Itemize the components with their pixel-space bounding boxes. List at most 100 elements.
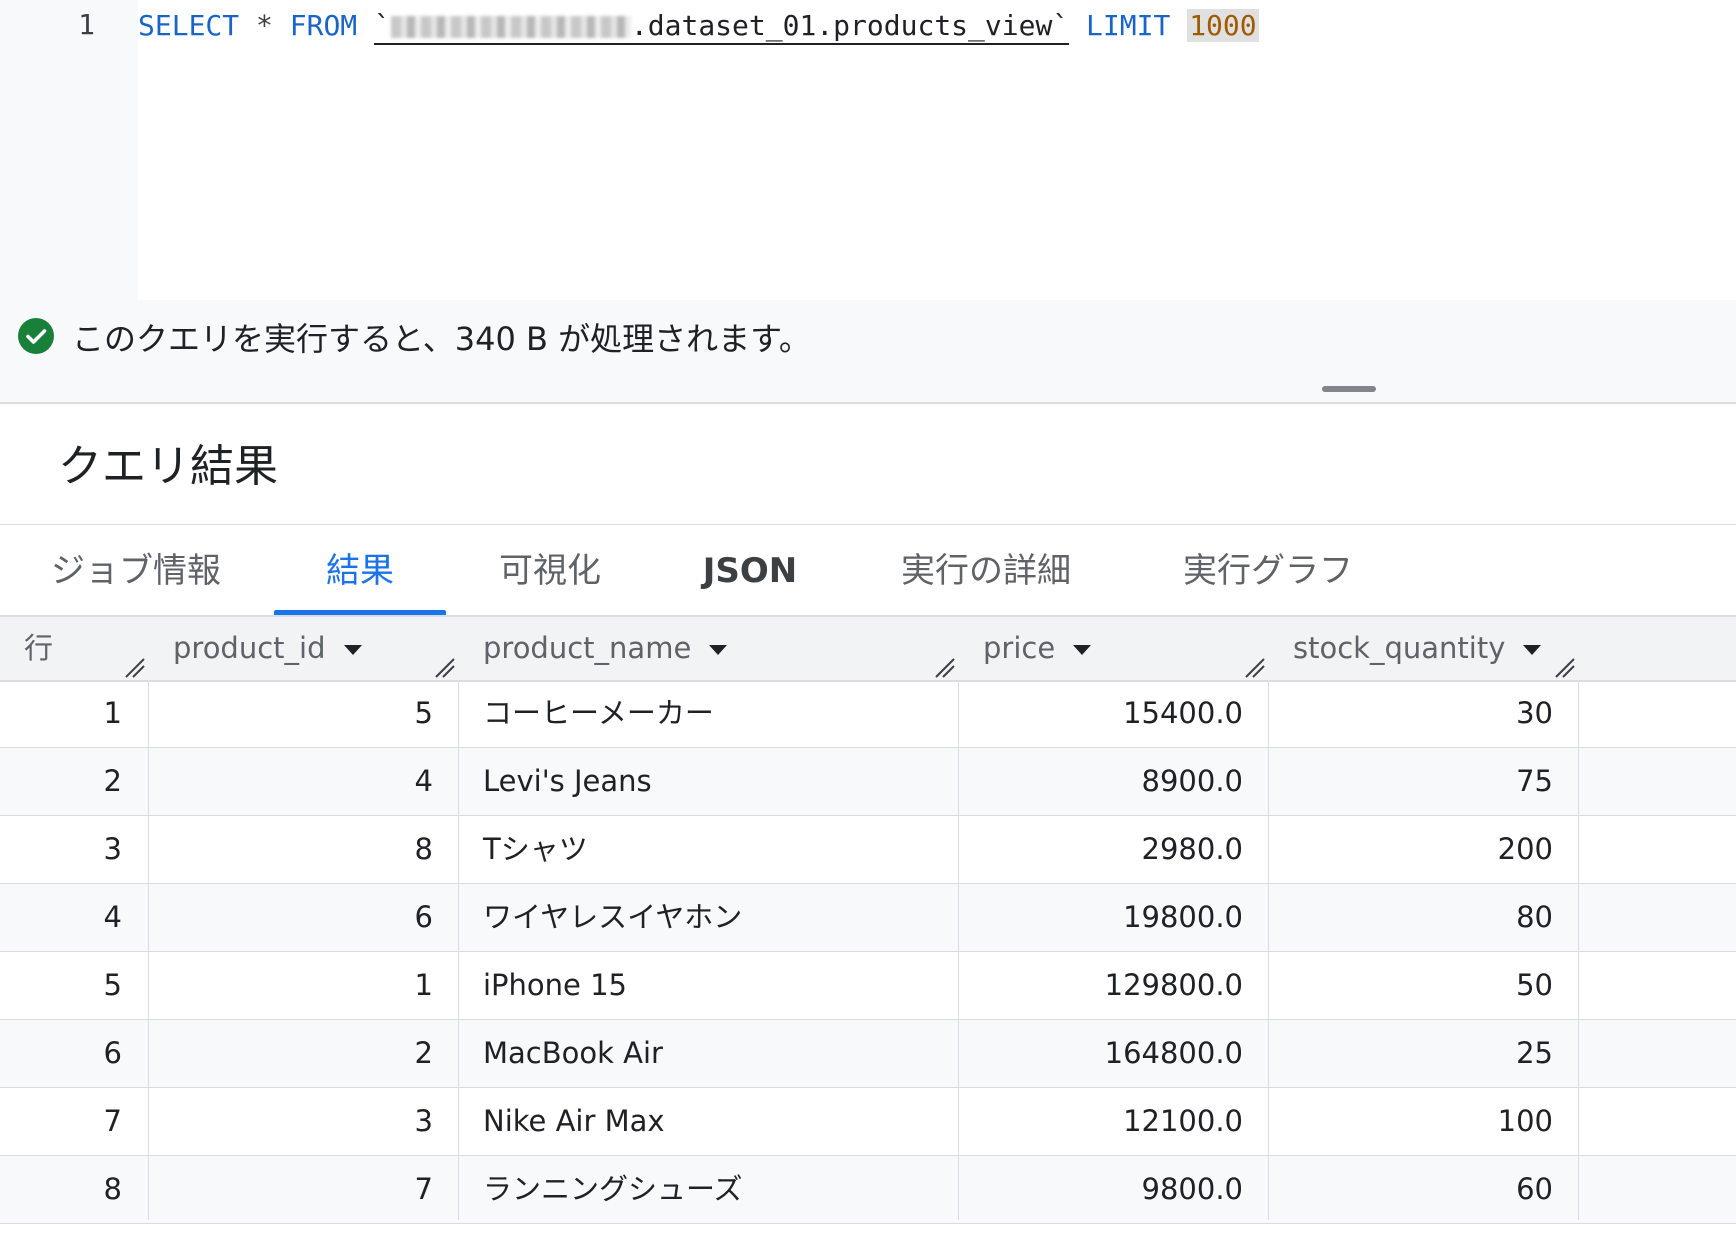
tab-visualization[interactable]: 可視化 bbox=[470, 525, 630, 617]
column-resize-icon[interactable] bbox=[1554, 657, 1576, 679]
column-header-price[interactable]: price bbox=[983, 617, 1092, 680]
validation-message: このクエリを実行すると、340 B が処理されます。 bbox=[72, 320, 811, 358]
results-tabs: ジョブ情報 結果 可視化 JSON 実行の詳細 実行グラフ bbox=[0, 525, 1736, 617]
column-separator bbox=[1268, 680, 1269, 1220]
sort-dropdown-icon[interactable] bbox=[1073, 645, 1092, 655]
cell-price: 2980.0 bbox=[1141, 832, 1243, 866]
keyword-from: FROM bbox=[289, 9, 358, 42]
cell-product-name: コーヒーメーカー bbox=[483, 696, 714, 730]
table-path: .dataset_01.products_view bbox=[630, 9, 1053, 42]
cell-price: 9800.0 bbox=[1141, 1172, 1243, 1206]
cell-stock-quantity: 30 bbox=[1516, 696, 1553, 730]
cell-stock-quantity: 25 bbox=[1516, 1036, 1553, 1070]
code-line[interactable]: SELECT * FROM ` .dataset_01.products_view… bbox=[138, 6, 1259, 46]
column-resize-icon[interactable] bbox=[124, 657, 146, 679]
cell-product-name: Levi's Jeans bbox=[483, 764, 652, 798]
table-row[interactable]: 7 3 Nike Air Max 12100.0 100 bbox=[0, 1088, 1736, 1156]
sort-dropdown-icon[interactable] bbox=[1523, 645, 1542, 655]
keyword-limit: LIMIT bbox=[1086, 9, 1171, 42]
sort-dropdown-icon[interactable] bbox=[343, 645, 362, 655]
column-resize-icon[interactable] bbox=[934, 657, 956, 679]
cell-product-name: Tシャツ bbox=[483, 832, 588, 866]
cell-product-id: 4 bbox=[414, 764, 433, 798]
column-label: product_id bbox=[173, 631, 326, 665]
table-header: 行 product_id product_name price stock_qu… bbox=[0, 617, 1736, 682]
cell-stock-quantity: 50 bbox=[1516, 968, 1553, 1002]
code-area[interactable]: SELECT * FROM ` .dataset_01.products_view… bbox=[138, 0, 1736, 300]
column-header-product-id[interactable]: product_id bbox=[173, 617, 362, 680]
limit-value: 1000 bbox=[1187, 9, 1259, 42]
column-label: price bbox=[983, 631, 1056, 665]
tab-job-info[interactable]: ジョブ情報 bbox=[30, 525, 242, 617]
tab-execution-details[interactable]: 実行の詳細 bbox=[876, 525, 1096, 617]
cell-row-number: 5 bbox=[103, 968, 122, 1002]
cell-row-number: 2 bbox=[103, 764, 122, 798]
column-resize-icon[interactable] bbox=[1244, 657, 1266, 679]
table-row[interactable]: 2 4 Levi's Jeans 8900.0 75 bbox=[0, 748, 1736, 816]
cell-stock-quantity: 200 bbox=[1497, 832, 1553, 866]
column-header-stock-quantity[interactable]: stock_quantity bbox=[1293, 617, 1542, 680]
results-title: クエリ結果 bbox=[58, 441, 278, 492]
column-separator bbox=[148, 680, 149, 1220]
column-header-row-number: 行 bbox=[24, 617, 53, 680]
cell-product-id: 8 bbox=[414, 832, 433, 866]
column-resize-icon[interactable] bbox=[434, 657, 456, 679]
cell-product-name: ワイヤレスイヤホン bbox=[483, 900, 743, 934]
cell-product-name: MacBook Air bbox=[483, 1036, 663, 1070]
cell-row-number: 4 bbox=[103, 900, 122, 934]
sql-editor[interactable]: 1 SELECT * FROM ` .dataset_01.products_vi… bbox=[0, 0, 1736, 300]
table-row[interactable]: 5 1 iPhone 15 129800.0 50 bbox=[0, 952, 1736, 1020]
backtick-close: ` bbox=[1052, 9, 1070, 42]
line-number: 1 bbox=[78, 8, 95, 41]
table-row[interactable]: 8 7 ランニングシューズ 9800.0 60 bbox=[0, 1156, 1736, 1224]
cell-product-id: 5 bbox=[414, 696, 433, 730]
cell-product-name: iPhone 15 bbox=[483, 968, 628, 1002]
cell-product-id: 6 bbox=[414, 900, 433, 934]
sort-dropdown-icon[interactable] bbox=[709, 645, 728, 655]
column-label: 行 bbox=[24, 631, 54, 665]
cell-stock-quantity: 80 bbox=[1516, 900, 1553, 934]
column-separator bbox=[458, 680, 459, 1220]
check-circle-icon bbox=[18, 318, 54, 354]
validation-status-bar: このクエリを実行すると、340 B が処理されます。 bbox=[0, 300, 1736, 404]
cell-row-number: 3 bbox=[103, 832, 122, 866]
pane-resize-handle[interactable] bbox=[1322, 386, 1376, 392]
cell-product-id: 7 bbox=[414, 1172, 433, 1206]
cell-price: 8900.0 bbox=[1141, 764, 1243, 798]
cell-product-id: 1 bbox=[414, 968, 433, 1002]
cell-product-name: ランニングシューズ bbox=[483, 1172, 743, 1206]
cell-stock-quantity: 75 bbox=[1516, 764, 1553, 798]
column-label: stock_quantity bbox=[1293, 631, 1506, 665]
redacted-project-id bbox=[390, 16, 631, 38]
tab-execution-graph[interactable]: 実行グラフ bbox=[1158, 525, 1378, 617]
table-row[interactable]: 3 8 Tシャツ 2980.0 200 bbox=[0, 816, 1736, 884]
cell-price: 19800.0 bbox=[1123, 900, 1243, 934]
cell-row-number: 8 bbox=[103, 1172, 122, 1206]
backtick-open: ` bbox=[374, 9, 391, 42]
cell-price: 129800.0 bbox=[1104, 968, 1243, 1002]
table-row[interactable]: 1 5 コーヒーメーカー 15400.0 30 bbox=[0, 680, 1736, 748]
cell-stock-quantity: 60 bbox=[1516, 1172, 1553, 1206]
cell-row-number: 7 bbox=[103, 1104, 122, 1138]
cell-product-id: 2 bbox=[414, 1036, 433, 1070]
keyword-select: SELECT bbox=[138, 9, 240, 42]
cell-price: 15400.0 bbox=[1123, 696, 1243, 730]
editor-gutter: 1 bbox=[0, 0, 138, 300]
table-row[interactable]: 6 2 MacBook Air 164800.0 25 bbox=[0, 1020, 1736, 1088]
table-row[interactable]: 4 6 ワイヤレスイヤホン 19800.0 80 bbox=[0, 884, 1736, 952]
operator-star: * bbox=[256, 9, 273, 42]
cell-product-name: Nike Air Max bbox=[483, 1104, 665, 1138]
column-separator bbox=[1578, 680, 1579, 1220]
cell-row-number: 6 bbox=[103, 1036, 122, 1070]
cell-row-number: 1 bbox=[103, 696, 122, 730]
table-reference[interactable]: ` .dataset_01.products_view` bbox=[374, 9, 1070, 45]
column-header-product-name[interactable]: product_name bbox=[483, 617, 728, 680]
tab-json[interactable]: JSON bbox=[672, 525, 828, 617]
column-label: product_name bbox=[483, 631, 692, 665]
cell-price: 12100.0 bbox=[1123, 1104, 1243, 1138]
cell-stock-quantity: 100 bbox=[1497, 1104, 1553, 1138]
cell-price: 164800.0 bbox=[1104, 1036, 1243, 1070]
cell-product-id: 3 bbox=[414, 1104, 433, 1138]
column-separator bbox=[958, 680, 959, 1220]
tab-results[interactable]: 結果 bbox=[274, 525, 446, 617]
